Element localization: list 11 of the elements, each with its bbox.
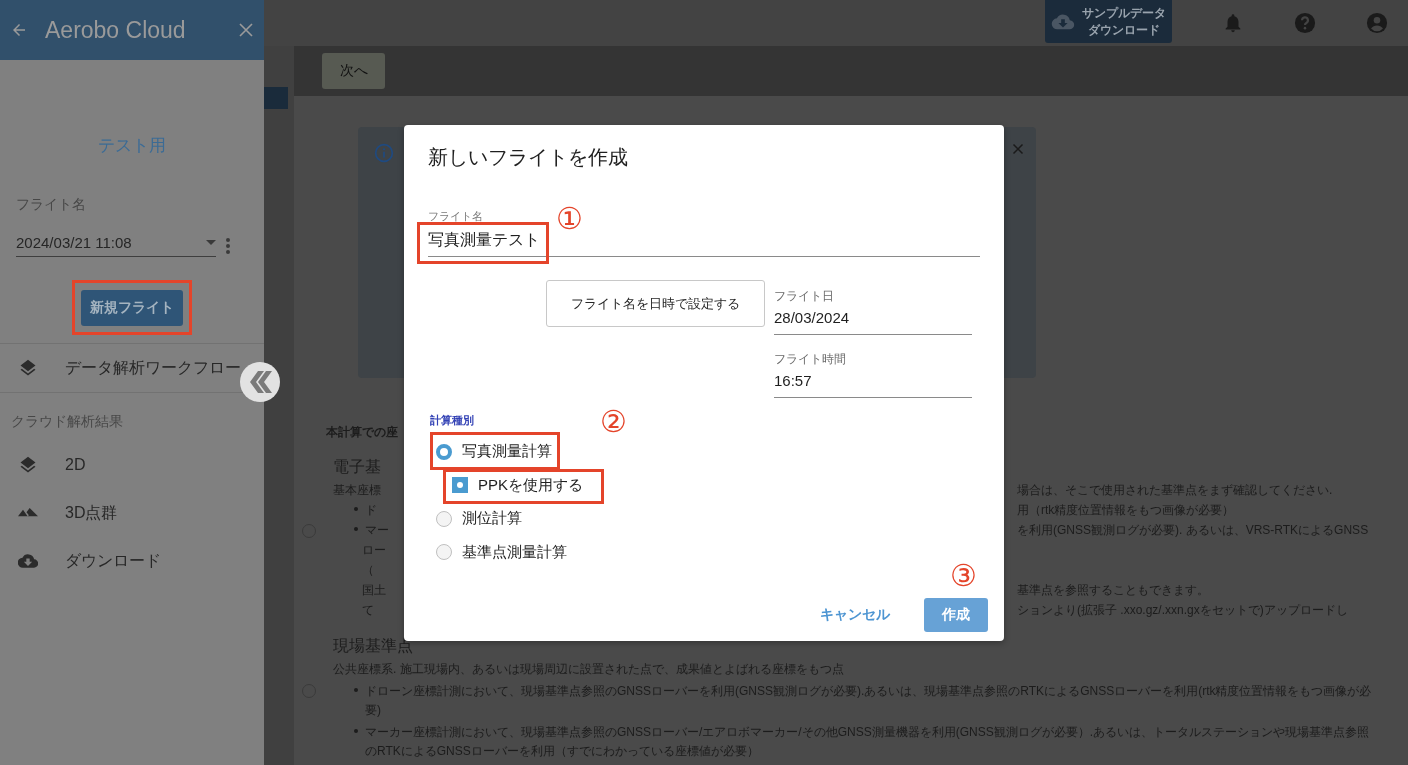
item-label: データ解析ワークフロー [65,357,241,378]
group-label: 計算種別 [430,413,474,428]
callout-number: ② [600,407,627,437]
dialog-title: 新しいフライトを作成 [428,145,628,170]
body-text: （ [362,563,374,577]
callout-number: ③ [950,561,977,591]
app-title: Aerobo Cloud [45,16,187,44]
item-label: 2D [65,456,86,474]
item-label: 3D点群 [65,502,118,523]
item-label: ダウンロード [65,550,161,571]
project-name: テスト用 [97,135,167,157]
